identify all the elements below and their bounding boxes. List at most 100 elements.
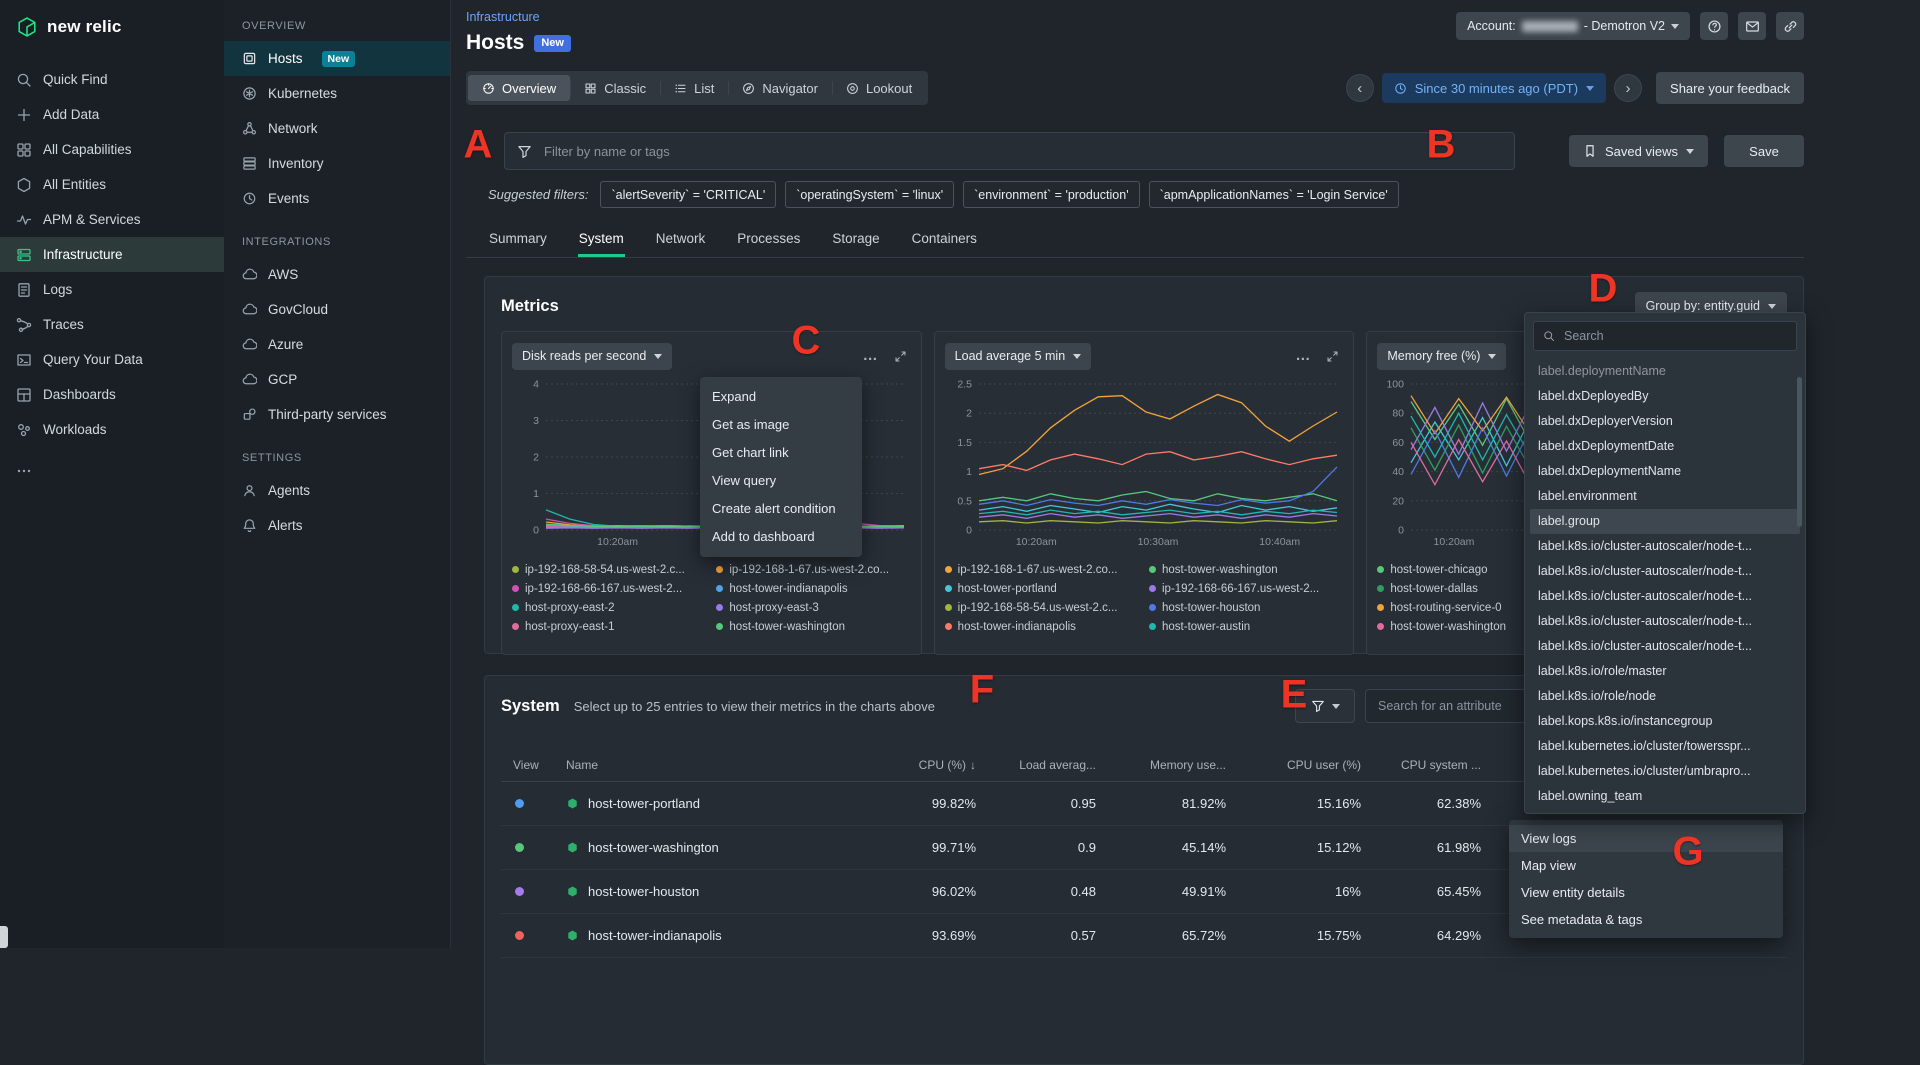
group-by-option[interactable]: label.dxDeployerVersion [1530,409,1800,434]
host-name-link[interactable]: host-tower-houston [588,884,699,899]
global-nav-item[interactable]: Quick Find [0,62,224,97]
column-header-memory[interactable]: Memory use... [1096,758,1226,772]
menu-item[interactable]: Get as image [700,411,862,439]
group-by-option[interactable]: label.kubernetes.io/cluster/towersspr... [1530,734,1800,759]
save-view-button[interactable]: Save [1724,135,1804,167]
sidenav-item[interactable]: GCP [224,362,450,397]
expand-icon[interactable] [1326,350,1339,363]
link-button[interactable] [1776,12,1804,40]
global-nav-item[interactable]: APM & Services [0,202,224,237]
panel-scrollbar-thumb[interactable] [1797,377,1802,527]
sidenav-item[interactable]: Network [224,111,450,146]
sidenav-item[interactable]: AWS [224,257,450,292]
time-forward-button[interactable] [1614,74,1642,102]
expand-icon[interactable] [894,350,907,363]
app-logo[interactable]: new relic [0,0,224,48]
time-back-button[interactable] [1346,74,1374,102]
group-by-option[interactable]: label.owning_team [1530,784,1800,809]
group-by-option[interactable]: label.k8s.io/cluster-autoscaler/node-t..… [1530,559,1800,584]
suggested-filter-chip[interactable]: `environment` = 'production' [963,181,1140,208]
global-nav-item[interactable]: All Entities [0,167,224,202]
legend-item[interactable]: ip-192-168-1-67.us-west-2.co... [716,560,910,579]
global-nav-item[interactable]: All Capabilities [0,132,224,167]
legend-item[interactable]: host-tower-austin [1149,617,1343,636]
suggested-filter-chip[interactable]: `alertSeverity` = 'CRITICAL' [600,181,776,208]
host-view-dot[interactable] [515,799,524,808]
group-by-option[interactable]: label.deploymentName [1530,359,1800,384]
legend-item[interactable]: host-tower-indianapolis [945,617,1139,636]
host-name-link[interactable]: host-tower-indianapolis [588,928,722,943]
global-nav-item[interactable]: Dashboards [0,377,224,412]
legend-item[interactable]: host-tower-indianapolis [716,579,910,598]
group-by-option[interactable]: label.kubernetes.io/cluster/umbrapro... [1530,759,1800,784]
chart-metric-dropdown[interactable]: Memory free (%) [1377,343,1506,370]
global-nav-item[interactable]: Logs [0,272,224,307]
time-picker[interactable]: Since 30 minutes ago (PDT) [1382,73,1606,103]
sidenav-item[interactable]: Third-party services [224,397,450,432]
menu-item[interactable]: Get chart link [700,439,862,467]
group-by-option[interactable]: label.k8s.io/role/master [1530,659,1800,684]
corner-scrollbar-thumb[interactable] [0,926,8,948]
group-by-option[interactable]: label.dxDeployedBy [1530,384,1800,409]
group-by-search[interactable] [1533,321,1797,351]
column-header-name[interactable]: Name [566,758,866,772]
feedback-button[interactable]: Share your feedback [1656,72,1804,104]
legend-item[interactable]: ip-192-168-1-67.us-west-2.co... [945,560,1139,579]
suggested-filter-chip[interactable]: `apmApplicationNames` = 'Login Service' [1149,181,1399,208]
group-by-option[interactable]: label.dxDeploymentDate [1530,434,1800,459]
legend-item[interactable]: host-tower-portland [945,579,1139,598]
menu-item[interactable]: Map view [1509,852,1783,879]
group-by-option[interactable]: label.k8s.io/cluster-autoscaler/node-t..… [1530,609,1800,634]
legend-item[interactable]: ip-192-168-66-167.us-west-2... [512,579,706,598]
sidenav-item[interactable]: Events [224,181,450,216]
host-view-dot[interactable] [515,843,524,852]
global-nav-item[interactable]: Workloads [0,412,224,447]
column-header-load[interactable]: Load averag... [976,758,1096,772]
menu-item[interactable]: Expand [700,383,862,411]
group-by-option[interactable]: label.environment [1530,484,1800,509]
legend-item[interactable]: host-proxy-east-2 [512,598,706,617]
column-header-cpu-user[interactable]: CPU user (%) [1226,758,1361,772]
group-by-option[interactable]: label.k8s.io/cluster-autoscaler/node-t..… [1530,534,1800,559]
menu-item[interactable]: Create alert condition [700,495,862,523]
sidenav-item[interactable]: Agents [224,473,450,508]
nav-more-button[interactable] [0,447,224,494]
global-nav-item[interactable]: Traces [0,307,224,342]
section-tab[interactable]: Network [655,222,707,257]
host-name-link[interactable]: host-tower-washington [588,840,719,855]
column-header-cpu-system[interactable]: CPU system ... [1361,758,1481,772]
group-by-option[interactable]: label.kops.k8s.io/instancegroup [1530,709,1800,734]
host-name-link[interactable]: host-tower-portland [588,796,700,811]
menu-item[interactable]: Add to dashboard [700,523,862,551]
sidenav-item[interactable]: Kubernetes [224,76,450,111]
legend-item[interactable]: ip-192-168-58-54.us-west-2.c... [945,598,1139,617]
section-tab[interactable]: Storage [831,222,880,257]
sidenav-item[interactable]: Alerts [224,508,450,543]
menu-item[interactable]: View entity details [1509,879,1783,906]
view-mode-tab[interactable]: Classic [570,75,660,101]
account-switcher[interactable]: Account: - Demotron V2 [1456,12,1690,40]
chart-metric-dropdown[interactable]: Load average 5 min [945,343,1092,370]
legend-item[interactable]: host-tower-washington [1149,560,1343,579]
ellipsis-menu-icon[interactable] [1295,351,1311,361]
column-header-cpu[interactable]: CPU (%)↓ [866,758,976,772]
legend-item[interactable]: host-tower-houston [1149,598,1343,617]
legend-item[interactable]: ip-192-168-66-167.us-west-2... [1149,579,1343,598]
suggested-filter-chip[interactable]: `operatingSystem` = 'linux' [785,181,954,208]
saved-views-dropdown[interactable]: Saved views [1569,135,1708,167]
view-mode-tab[interactable]: Lookout [832,75,926,101]
sidenav-item[interactable]: Hosts New [224,41,450,76]
ellipsis-menu-icon[interactable] [863,351,879,361]
global-nav-item[interactable]: Add Data [0,97,224,132]
table-filter-dropdown[interactable] [1295,689,1355,723]
sidenav-item[interactable]: Inventory [224,146,450,181]
chart-metric-dropdown[interactable]: Disk reads per second [512,343,672,370]
group-by-search-input[interactable] [1562,328,1787,344]
help-button[interactable] [1700,12,1728,40]
menu-item[interactable]: View query [700,467,862,495]
menu-item[interactable]: View logs [1509,825,1783,852]
section-tab[interactable]: Summary [488,222,548,257]
global-nav-item[interactable]: Infrastructure [0,237,224,272]
view-mode-tab[interactable]: List [660,75,728,101]
global-nav-item[interactable]: Query Your Data [0,342,224,377]
